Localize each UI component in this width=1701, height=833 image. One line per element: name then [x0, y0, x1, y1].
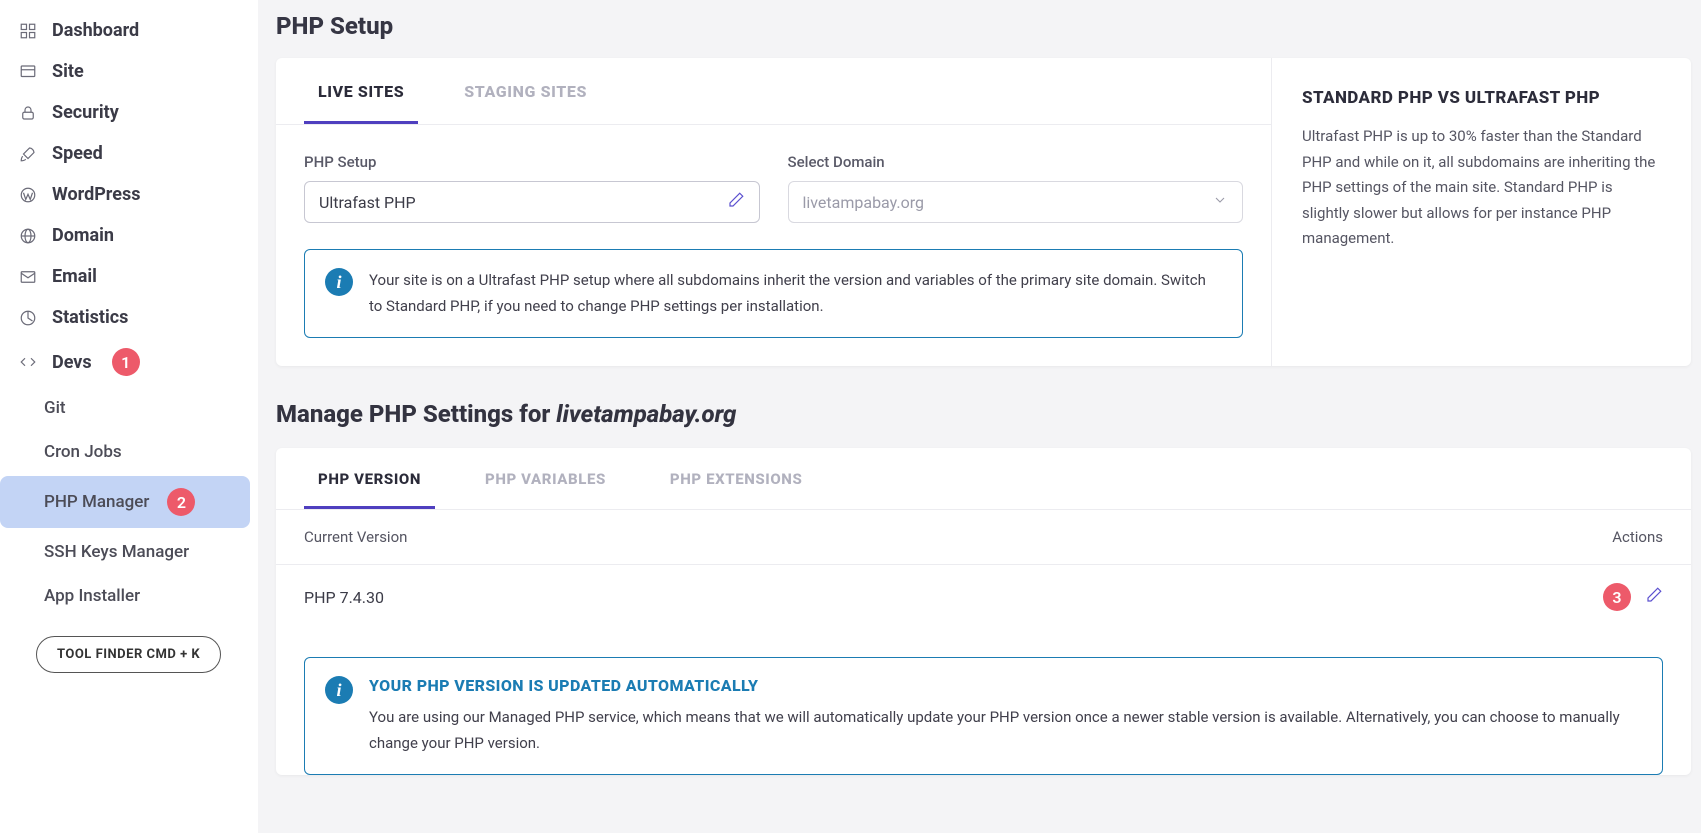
- sidebar-item-wordpress[interactable]: WordPress: [0, 174, 258, 215]
- tool-finder-button[interactable]: TOOL FINDER CMD + K: [36, 636, 221, 673]
- sidebar-item-statistics[interactable]: Statistics: [0, 297, 258, 338]
- sidebar-sub-git[interactable]: Git: [0, 386, 258, 430]
- manage-section-title: Manage PHP Settings for livetampabay.org: [276, 400, 1691, 428]
- manage-title-domain: livetampabay.org: [556, 400, 736, 428]
- sidebar-item-email[interactable]: Email: [0, 256, 258, 297]
- version-tabs: PHP VERSION PHP VARIABLES PHP EXTENSIONS: [276, 448, 1691, 510]
- version-table-header: Current Version Actions: [276, 510, 1691, 565]
- main-content: PHP Setup LIVE SITES STAGING SITES PHP S…: [258, 0, 1701, 833]
- sidebar-sub-cron[interactable]: Cron Jobs: [0, 430, 258, 474]
- annotation-badge-1: 1: [112, 348, 140, 376]
- auto-update-text: You are using our Managed PHP service, w…: [369, 705, 1642, 756]
- sidebar-sub-label: App Installer: [44, 586, 140, 606]
- sidebar-sub-php-manager[interactable]: PHP Manager 2: [0, 476, 250, 528]
- sidebar-item-dashboard[interactable]: Dashboard: [0, 10, 258, 51]
- setup-info-banner: i Your site is on a Ultrafast PHP setup …: [304, 249, 1243, 338]
- chevron-down-icon: [1212, 192, 1228, 212]
- php-setup-card: LIVE SITES STAGING SITES PHP Setup Ultra…: [276, 58, 1691, 366]
- side-panel: STANDARD PHP VS ULTRAFAST PHP Ultrafast …: [1271, 58, 1691, 366]
- table-row: PHP 7.4.30 3: [276, 565, 1691, 629]
- lock-icon: [18, 103, 38, 123]
- php-setup-left: LIVE SITES STAGING SITES PHP Setup Ultra…: [276, 58, 1271, 366]
- sidebar: Dashboard Site Security Speed WordPress …: [0, 0, 258, 833]
- sidebar-sub-label: Cron Jobs: [44, 442, 122, 462]
- code-icon: [18, 352, 38, 372]
- sidebar-item-label: Email: [52, 266, 97, 287]
- php-setup-value: Ultrafast PHP: [319, 193, 727, 212]
- row-actions: 3: [1597, 583, 1663, 611]
- select-domain-dropdown[interactable]: livetampabay.org: [788, 181, 1244, 223]
- sidebar-item-label: Security: [52, 102, 119, 123]
- sidebar-item-label: Dashboard: [52, 20, 139, 41]
- sidebar-sub-label: SSH Keys Manager: [44, 542, 189, 562]
- edit-version-button[interactable]: [1645, 586, 1663, 608]
- tab-staging-sites[interactable]: STAGING SITES: [450, 58, 601, 124]
- annotation-badge-3: 3: [1603, 583, 1631, 611]
- sidebar-sub-label: Git: [44, 398, 66, 418]
- setup-tabs: LIVE SITES STAGING SITES: [276, 58, 1271, 125]
- wordpress-icon: [18, 185, 38, 205]
- manage-title-prefix: Manage PHP Settings for: [276, 400, 556, 428]
- col-current-version: Current Version: [304, 528, 407, 546]
- sidebar-sub-app-installer[interactable]: App Installer: [0, 574, 258, 618]
- sidebar-item-speed[interactable]: Speed: [0, 133, 258, 174]
- dashboard-icon: [18, 21, 38, 41]
- php-setup-input[interactable]: Ultrafast PHP: [304, 181, 760, 223]
- vtab-php-variables[interactable]: PHP VARIABLES: [471, 448, 620, 509]
- manage-card: PHP VERSION PHP VARIABLES PHP EXTENSIONS…: [276, 448, 1691, 775]
- side-panel-title: STANDARD PHP VS ULTRAFAST PHP: [1302, 88, 1661, 108]
- mail-icon: [18, 267, 38, 287]
- site-icon: [18, 62, 38, 82]
- pencil-icon[interactable]: [727, 191, 745, 213]
- sidebar-sub-label: PHP Manager: [44, 492, 149, 512]
- info-icon: i: [325, 676, 353, 704]
- sidebar-item-label: Speed: [52, 143, 103, 164]
- sidebar-sub-ssh[interactable]: SSH Keys Manager: [0, 530, 258, 574]
- info-icon: i: [325, 268, 353, 296]
- vtab-php-extensions[interactable]: PHP EXTENSIONS: [656, 448, 816, 509]
- setup-info-text: Your site is on a Ultrafast PHP setup wh…: [369, 268, 1222, 319]
- auto-update-banner: i YOUR PHP VERSION IS UPDATED AUTOMATICA…: [304, 657, 1663, 775]
- select-domain-label: Select Domain: [788, 153, 1244, 171]
- side-panel-text: Ultrafast PHP is up to 30% faster than t…: [1302, 124, 1661, 252]
- sidebar-item-label: Devs: [52, 352, 92, 373]
- sidebar-item-domain[interactable]: Domain: [0, 215, 258, 256]
- select-domain-value: livetampabay.org: [803, 193, 1213, 212]
- php-setup-field: PHP Setup Ultrafast PHP: [304, 153, 760, 223]
- sidebar-item-label: Statistics: [52, 307, 128, 328]
- annotation-badge-2: 2: [167, 488, 195, 516]
- tab-live-sites[interactable]: LIVE SITES: [304, 58, 418, 124]
- sidebar-item-security[interactable]: Security: [0, 92, 258, 133]
- version-cell: PHP 7.4.30: [304, 588, 384, 607]
- vtab-php-version[interactable]: PHP VERSION: [304, 448, 435, 509]
- sidebar-item-label: Site: [52, 61, 84, 82]
- chart-icon: [18, 308, 38, 328]
- auto-update-title: YOUR PHP VERSION IS UPDATED AUTOMATICALL…: [369, 676, 1642, 695]
- rocket-icon: [18, 144, 38, 164]
- page-title: PHP Setup: [276, 12, 1691, 40]
- sidebar-item-label: WordPress: [52, 184, 140, 205]
- sidebar-item-label: Domain: [52, 225, 114, 246]
- php-setup-label: PHP Setup: [304, 153, 760, 171]
- select-domain-field: Select Domain livetampabay.org: [788, 153, 1244, 223]
- col-actions: Actions: [1612, 528, 1663, 546]
- sidebar-item-devs[interactable]: Devs 1: [0, 338, 258, 386]
- sidebar-item-site[interactable]: Site: [0, 51, 258, 92]
- globe-icon: [18, 226, 38, 246]
